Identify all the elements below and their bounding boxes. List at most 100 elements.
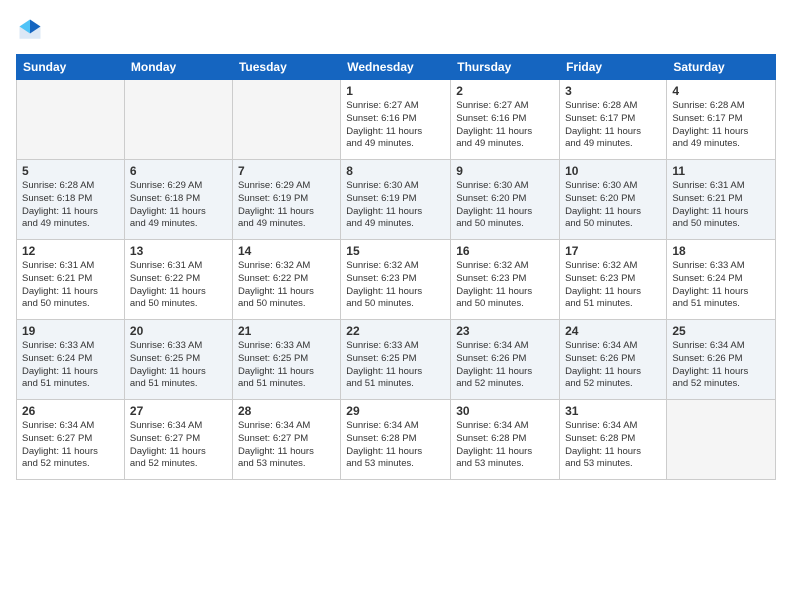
day-number: 29: [346, 404, 445, 418]
day-info: Sunrise: 6:32 AM Sunset: 6:23 PM Dayligh…: [565, 260, 661, 311]
weekday-header-monday: Monday: [124, 55, 232, 80]
calendar-cell: 1 Sunrise: 6:27 AM Sunset: 6:16 PM Daylig…: [341, 80, 451, 160]
calendar-cell: [232, 80, 340, 160]
logo: [16, 16, 48, 44]
day-number: 19: [22, 324, 119, 338]
calendar-cell: 10Sunrise: 6:30 AM Sunset: 6:20 PM Dayli…: [560, 160, 667, 240]
calendar-cell: 30 Sunrise: 6:34 AM Sunset: 6:28 PM Dayli…: [451, 400, 560, 480]
day-number: 31: [565, 404, 661, 418]
day-info: Sunrise: 6:33 AM Sunset: 6:25 PM Dayligh…: [238, 340, 335, 391]
calendar-cell: 31 Sunrise: 6:34 AM Sunset: 6:28 PM Dayli…: [560, 400, 667, 480]
day-info: Sunrise: 6:31 AM Sunset: 6:22 PM Dayligh…: [130, 260, 227, 311]
day-info: Sunrise: 6:34 AM Sunset: 6:27 PM Dayligh…: [130, 420, 227, 471]
day-info: Sunrise: 6:32 AM Sunset: 6:23 PM Dayligh…: [346, 260, 445, 311]
calendar-cell: 12 Sunrise: 6:31 AM Sunset: 6:21 PM Dayli…: [17, 240, 125, 320]
day-number: 20: [130, 324, 227, 338]
calendar-week-row: 5 Sunrise: 6:28 AM Sunset: 6:18 PM Daylig…: [17, 160, 776, 240]
calendar-cell: 9Sunrise: 6:30 AM Sunset: 6:20 PM Daylig…: [451, 160, 560, 240]
day-number: 9: [456, 164, 554, 178]
calendar-cell: 24Sunrise: 6:34 AM Sunset: 6:26 PM Dayli…: [560, 320, 667, 400]
calendar-cell: 27 Sunrise: 6:34 AM Sunset: 6:27 PM Dayli…: [124, 400, 232, 480]
day-number: 28: [238, 404, 335, 418]
day-info: Sunrise: 6:27 AM Sunset: 6:16 PM Dayligh…: [456, 100, 554, 151]
weekday-header-tuesday: Tuesday: [232, 55, 340, 80]
day-info: Sunrise: 6:34 AM Sunset: 6:26 PM Dayligh…: [456, 340, 554, 391]
day-info: Sunrise: 6:29 AM Sunset: 6:18 PM Dayligh…: [130, 180, 227, 231]
calendar-cell: 13 Sunrise: 6:31 AM Sunset: 6:22 PM Dayli…: [124, 240, 232, 320]
day-number: 25: [672, 324, 770, 338]
calendar-cell: 16 Sunrise: 6:32 AM Sunset: 6:23 PM Dayli…: [451, 240, 560, 320]
calendar-cell: 20 Sunrise: 6:33 AM Sunset: 6:25 PM Dayli…: [124, 320, 232, 400]
day-number: 3: [565, 84, 661, 98]
day-number: 5: [22, 164, 119, 178]
day-number: 26: [22, 404, 119, 418]
calendar-week-row: 12 Sunrise: 6:31 AM Sunset: 6:21 PM Dayli…: [17, 240, 776, 320]
day-number: 4: [672, 84, 770, 98]
day-info: Sunrise: 6:34 AM Sunset: 6:26 PM Dayligh…: [672, 340, 770, 391]
day-info: Sunrise: 6:27 AM Sunset: 6:16 PM Dayligh…: [346, 100, 445, 151]
calendar-cell: 3 Sunrise: 6:28 AM Sunset: 6:17 PM Daylig…: [560, 80, 667, 160]
day-number: 27: [130, 404, 227, 418]
calendar-week-row: 26 Sunrise: 6:34 AM Sunset: 6:27 PM Dayli…: [17, 400, 776, 480]
day-info: Sunrise: 6:34 AM Sunset: 6:28 PM Dayligh…: [346, 420, 445, 471]
logo-icon: [16, 16, 44, 44]
calendar-week-row: 1 Sunrise: 6:27 AM Sunset: 6:16 PM Daylig…: [17, 80, 776, 160]
day-number: 17: [565, 244, 661, 258]
day-info: Sunrise: 6:34 AM Sunset: 6:26 PM Dayligh…: [565, 340, 661, 391]
day-number: 16: [456, 244, 554, 258]
day-number: 21: [238, 324, 335, 338]
day-number: 1: [346, 84, 445, 98]
weekday-header-wednesday: Wednesday: [341, 55, 451, 80]
calendar-cell: 19 Sunrise: 6:33 AM Sunset: 6:24 PM Dayli…: [17, 320, 125, 400]
day-number: 23: [456, 324, 554, 338]
calendar-cell: 29 Sunrise: 6:34 AM Sunset: 6:28 PM Dayli…: [341, 400, 451, 480]
day-number: 2: [456, 84, 554, 98]
page: SundayMondayTuesdayWednesdayThursdayFrid…: [0, 0, 792, 612]
day-number: 13: [130, 244, 227, 258]
day-info: Sunrise: 6:33 AM Sunset: 6:24 PM Dayligh…: [672, 260, 770, 311]
day-number: 11: [672, 164, 770, 178]
weekday-header-sunday: Sunday: [17, 55, 125, 80]
calendar-table: SundayMondayTuesdayWednesdayThursdayFrid…: [16, 54, 776, 480]
day-info: Sunrise: 6:32 AM Sunset: 6:23 PM Dayligh…: [456, 260, 554, 311]
day-info: Sunrise: 6:32 AM Sunset: 6:22 PM Dayligh…: [238, 260, 335, 311]
header: [16, 16, 776, 44]
calendar-cell: 21 Sunrise: 6:33 AM Sunset: 6:25 PM Dayli…: [232, 320, 340, 400]
calendar-cell: 6Sunrise: 6:29 AM Sunset: 6:18 PM Daylig…: [124, 160, 232, 240]
weekday-header-saturday: Saturday: [667, 55, 776, 80]
day-info: Sunrise: 6:33 AM Sunset: 6:25 PM Dayligh…: [130, 340, 227, 391]
day-info: Sunrise: 6:34 AM Sunset: 6:28 PM Dayligh…: [565, 420, 661, 471]
calendar-cell: 7 Sunrise: 6:29 AM Sunset: 6:19 PM Daylig…: [232, 160, 340, 240]
day-info: Sunrise: 6:31 AM Sunset: 6:21 PM Dayligh…: [672, 180, 770, 231]
calendar-cell: 17 Sunrise: 6:32 AM Sunset: 6:23 PM Dayli…: [560, 240, 667, 320]
day-info: Sunrise: 6:28 AM Sunset: 6:18 PM Dayligh…: [22, 180, 119, 231]
calendar-cell: 8Sunrise: 6:30 AM Sunset: 6:19 PM Daylig…: [341, 160, 451, 240]
day-info: Sunrise: 6:31 AM Sunset: 6:21 PM Dayligh…: [22, 260, 119, 311]
calendar-cell: 18 Sunrise: 6:33 AM Sunset: 6:24 PM Dayli…: [667, 240, 776, 320]
weekday-header-friday: Friday: [560, 55, 667, 80]
day-info: Sunrise: 6:29 AM Sunset: 6:19 PM Dayligh…: [238, 180, 335, 231]
calendar-cell: 28Sunrise: 6:34 AM Sunset: 6:27 PM Dayli…: [232, 400, 340, 480]
calendar-cell: 11 Sunrise: 6:31 AM Sunset: 6:21 PM Dayli…: [667, 160, 776, 240]
day-info: Sunrise: 6:28 AM Sunset: 6:17 PM Dayligh…: [565, 100, 661, 151]
day-number: 12: [22, 244, 119, 258]
day-info: Sunrise: 6:34 AM Sunset: 6:27 PM Dayligh…: [22, 420, 119, 471]
calendar-cell: 25 Sunrise: 6:34 AM Sunset: 6:26 PM Dayli…: [667, 320, 776, 400]
day-info: Sunrise: 6:33 AM Sunset: 6:24 PM Dayligh…: [22, 340, 119, 391]
weekday-header-thursday: Thursday: [451, 55, 560, 80]
weekday-header-row: SundayMondayTuesdayWednesdayThursdayFrid…: [17, 55, 776, 80]
day-info: Sunrise: 6:28 AM Sunset: 6:17 PM Dayligh…: [672, 100, 770, 151]
calendar-cell: 14 Sunrise: 6:32 AM Sunset: 6:22 PM Dayli…: [232, 240, 340, 320]
calendar-week-row: 19 Sunrise: 6:33 AM Sunset: 6:24 PM Dayli…: [17, 320, 776, 400]
day-info: Sunrise: 6:33 AM Sunset: 6:25 PM Dayligh…: [346, 340, 445, 391]
day-number: 7: [238, 164, 335, 178]
calendar-cell: 23 Sunrise: 6:34 AM Sunset: 6:26 PM Dayli…: [451, 320, 560, 400]
calendar-cell: 5 Sunrise: 6:28 AM Sunset: 6:18 PM Daylig…: [17, 160, 125, 240]
calendar-cell: 2 Sunrise: 6:27 AM Sunset: 6:16 PM Daylig…: [451, 80, 560, 160]
calendar-cell: 15Sunrise: 6:32 AM Sunset: 6:23 PM Dayli…: [341, 240, 451, 320]
day-number: 18: [672, 244, 770, 258]
day-number: 14: [238, 244, 335, 258]
day-number: 30: [456, 404, 554, 418]
calendar-cell: [667, 400, 776, 480]
day-info: Sunrise: 6:34 AM Sunset: 6:28 PM Dayligh…: [456, 420, 554, 471]
